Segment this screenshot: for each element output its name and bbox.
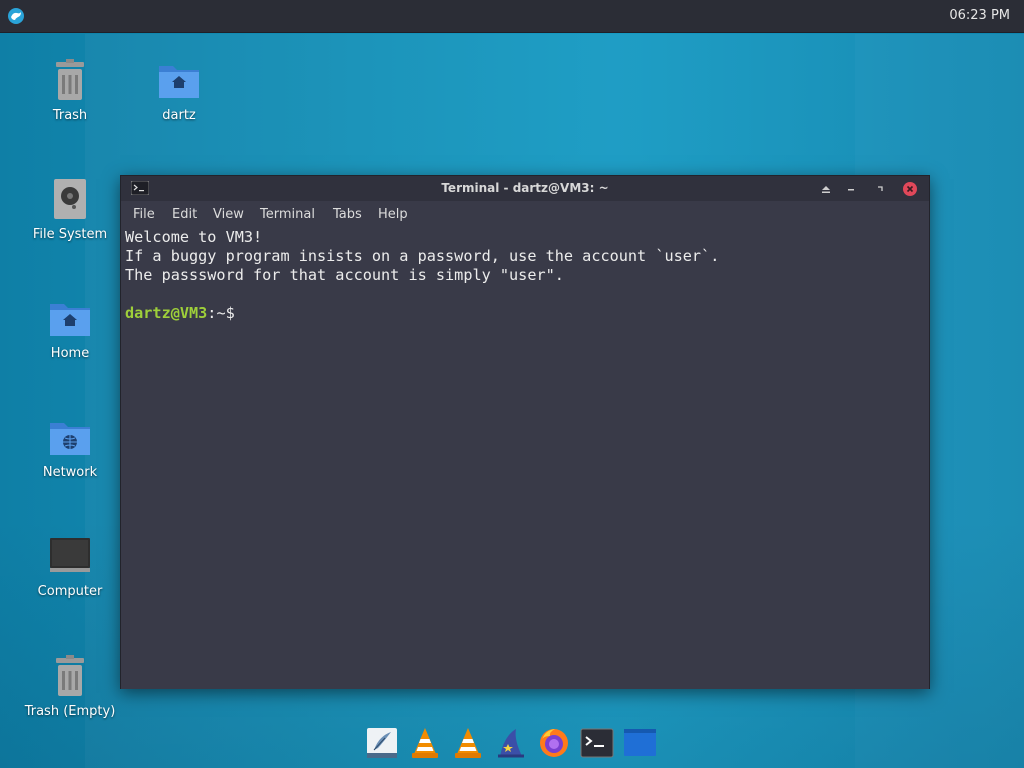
dock-vlc[interactable] — [408, 726, 442, 760]
vlc-icon — [455, 728, 481, 758]
desktop-icon-label: Home — [50, 346, 90, 361]
dock-terminal[interactable] — [580, 726, 614, 760]
close-icon — [903, 182, 917, 196]
desktop-icon-network[interactable]: Network — [15, 415, 125, 480]
desktop-icon-dartz[interactable]: dartz — [124, 58, 234, 123]
minimize-icon — [848, 189, 854, 191]
desktop-icon-file-system[interactable]: File System — [15, 177, 125, 242]
wizard-icon — [498, 729, 524, 758]
applications-menu-button[interactable] — [6, 6, 26, 26]
desktop-icon-label: File System — [32, 227, 108, 242]
dock-vlc[interactable] — [451, 726, 485, 760]
desktop-icon-home[interactable]: Home — [15, 296, 125, 361]
clock[interactable]: 06:23 PM — [949, 8, 1010, 23]
text-editor-icon — [367, 728, 397, 758]
vlc-icon — [412, 728, 438, 758]
xfce-logo-icon — [8, 8, 24, 24]
computer-icon — [50, 538, 90, 572]
dock-text-editor[interactable] — [365, 726, 399, 760]
desktop-icon-label: Computer — [37, 584, 103, 599]
close-button[interactable] — [903, 182, 917, 196]
desktop-icon-label: Trash — [52, 108, 88, 123]
menu-file[interactable]: File — [133, 207, 155, 222]
terminal-icon — [580, 728, 614, 758]
firefox-icon — [540, 729, 568, 757]
menu-help[interactable]: Help — [378, 207, 408, 222]
desktop-icon-trash-empty[interactable]: Trash (Empty) — [15, 654, 125, 719]
menu-tabs[interactable]: Tabs — [333, 207, 362, 222]
menu-edit[interactable]: Edit — [172, 207, 197, 222]
window-titlebar[interactable]: Terminal - dartz@VM3: ~ — [121, 176, 929, 201]
dock-firefox[interactable] — [537, 726, 571, 760]
minimize-button[interactable] — [844, 182, 858, 196]
maximize-button[interactable] — [873, 182, 887, 196]
top-panel: 06:23 PM — [0, 0, 1024, 33]
home-folder-icon — [159, 66, 199, 98]
prompt-user-host: dartz@VM3 — [125, 304, 208, 322]
terminal-line: Welcome to VM3! — [125, 228, 263, 246]
desktop-icon-computer[interactable]: Computer — [15, 534, 125, 599]
terminal-output[interactable]: Welcome to VM3! If a buggy program insist… — [121, 226, 929, 689]
prompt-path: :~$ — [207, 304, 235, 322]
dock-wizard[interactable] — [494, 726, 528, 760]
maximize-icon — [878, 186, 883, 191]
terminal-window[interactable]: Terminal - dartz@VM3: ~ File Edit View T… — [120, 175, 930, 689]
terminal-line: The passsword for that account is simply… — [125, 266, 564, 284]
trash-icon — [56, 655, 84, 696]
menu-view[interactable]: View — [213, 207, 244, 222]
desktop-icon-label: Network — [42, 465, 98, 480]
window-title: Terminal - dartz@VM3: ~ — [441, 181, 609, 195]
desktop-icon-label: Trash (Empty) — [24, 704, 116, 719]
terminal-line: If a buggy program insists on a password… — [125, 247, 720, 265]
terminal-menubar: File Edit View Terminal Tabs Help — [121, 202, 929, 226]
network-folder-icon — [50, 423, 90, 455]
desktop-icon-label: dartz — [162, 108, 196, 123]
shade-icon — [822, 186, 830, 193]
desktop-icon-trash[interactable]: Trash — [15, 58, 125, 123]
home-folder-icon — [50, 304, 90, 336]
shade-button[interactable] — [819, 182, 833, 196]
drive-icon — [54, 179, 86, 219]
menu-terminal[interactable]: Terminal — [260, 207, 315, 222]
dock-file-manager[interactable] — [623, 726, 657, 760]
terminal-prompt[interactable]: dartz@VM3:~$ — [125, 304, 925, 323]
file-manager-icon — [624, 729, 656, 756]
trash-icon — [56, 59, 84, 100]
